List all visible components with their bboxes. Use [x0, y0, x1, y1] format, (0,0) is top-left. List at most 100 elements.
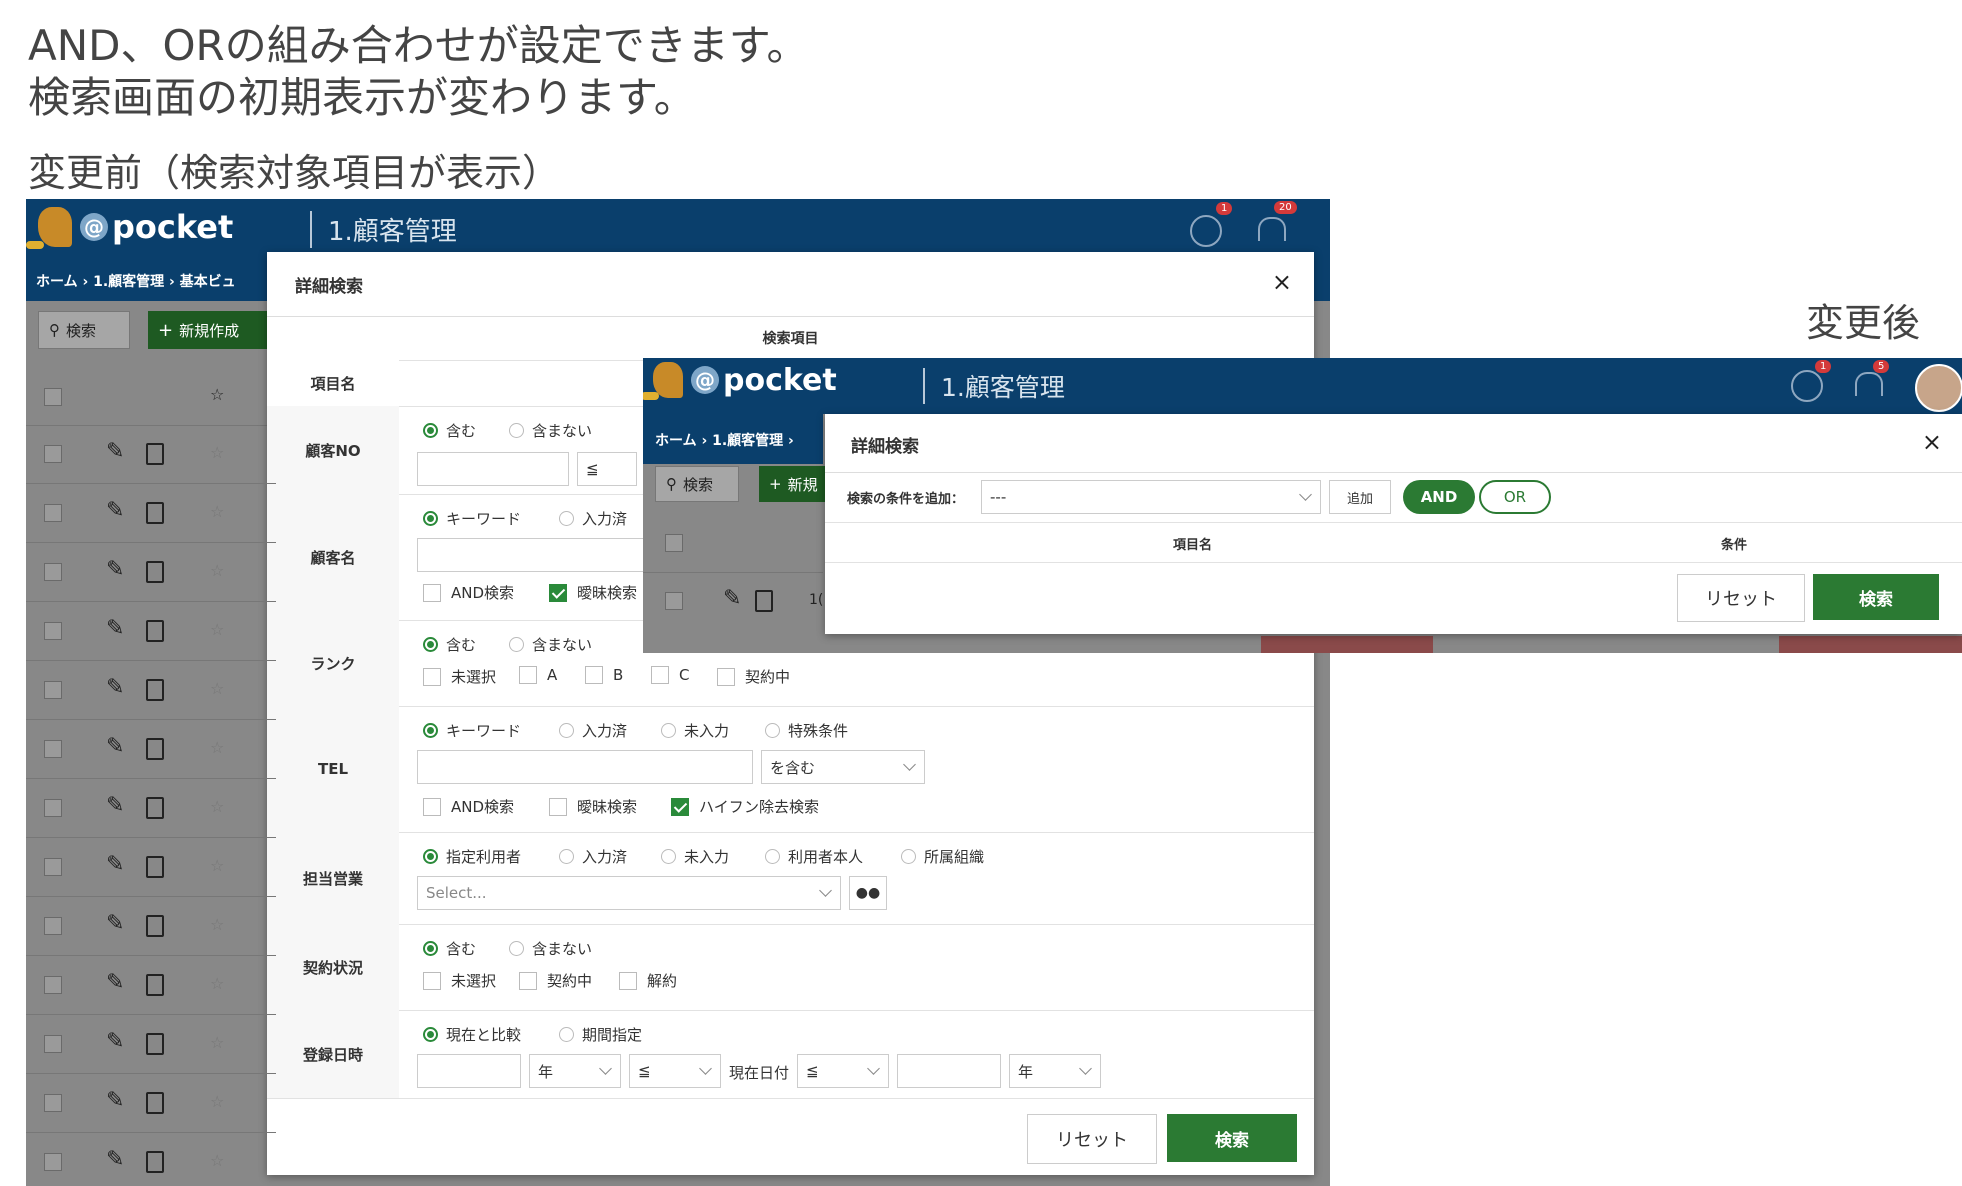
document-icon[interactable]: [146, 502, 164, 524]
app-logo[interactable]: @ pocket: [26, 207, 233, 249]
row-checkbox[interactable]: [44, 681, 62, 699]
rank-c-checkbox[interactable]: C: [651, 666, 689, 684]
edit-icon[interactable]: ✎: [106, 911, 124, 936]
users-icon[interactable]: ●●: [849, 876, 887, 910]
row-checkbox[interactable]: [44, 1094, 62, 1112]
registered-number2-input[interactable]: [897, 1054, 1001, 1088]
edit-icon[interactable]: ✎: [723, 586, 741, 611]
tel-fuzzy-checkbox[interactable]: 曖昧検索: [549, 796, 637, 817]
select-all-checkbox[interactable]: [44, 388, 62, 406]
contract-active-checkbox[interactable]: 契約中: [519, 970, 592, 991]
radio-tel-keyword[interactable]: キーワード: [423, 720, 521, 741]
table-row[interactable]: ✎ ☆: [26, 956, 276, 1015]
new-button-after[interactable]: + 新規: [759, 466, 829, 502]
search-button-after[interactable]: ⚲ 検索: [655, 466, 739, 502]
breadcrumb[interactable]: ホーム › 1.顧客管理 › 基本ビュ: [36, 271, 236, 291]
radio-rank-not-contains[interactable]: 含まない: [509, 634, 592, 655]
radio-tel-empty[interactable]: 未入力: [661, 720, 729, 741]
bell-icon[interactable]: [1258, 217, 1286, 241]
row-checkbox[interactable]: [44, 1153, 62, 1171]
tel-hyphen-checkbox[interactable]: ハイフン除去検索: [671, 796, 819, 817]
star-icon[interactable]: ☆: [210, 679, 224, 698]
row-checkbox[interactable]: [44, 622, 62, 640]
close-icon[interactable]: ×: [1272, 268, 1292, 296]
star-icon[interactable]: ☆: [210, 856, 224, 875]
star-icon[interactable]: ☆: [210, 443, 224, 462]
row-checkbox[interactable]: [44, 563, 62, 581]
document-icon[interactable]: [146, 443, 164, 465]
table-row[interactable]: ✎ ☆: [26, 897, 276, 956]
edit-icon[interactable]: ✎: [106, 1088, 124, 1113]
radio-contains[interactable]: 含む: [423, 420, 476, 441]
tel-input[interactable]: [417, 750, 753, 784]
add-button[interactable]: 追加: [1329, 480, 1391, 514]
document-icon[interactable]: [146, 1033, 164, 1055]
bell-icon[interactable]: [1855, 372, 1883, 396]
row-checkbox[interactable]: [44, 504, 62, 522]
document-icon[interactable]: [146, 738, 164, 760]
customer-no-input[interactable]: [417, 452, 569, 486]
select-all-checkbox[interactable]: [665, 534, 683, 552]
edit-icon[interactable]: ✎: [106, 734, 124, 759]
edit-icon[interactable]: ✎: [106, 675, 124, 700]
document-icon[interactable]: [755, 590, 773, 612]
edit-icon[interactable]: ✎: [106, 498, 124, 523]
alert-icon[interactable]: [1190, 215, 1222, 247]
and-toggle[interactable]: AND: [1403, 480, 1475, 514]
row-checkbox[interactable]: [44, 799, 62, 817]
fuzzy-search-checkbox[interactable]: 曖昧検索: [549, 582, 637, 603]
edit-icon[interactable]: ✎: [106, 793, 124, 818]
row-checkbox[interactable]: [44, 445, 62, 463]
avatar[interactable]: [1915, 364, 1962, 412]
document-icon[interactable]: [146, 679, 164, 701]
radio-tel-special[interactable]: 特殊条件: [765, 720, 848, 741]
radio-compare-now[interactable]: 現在と比較: [423, 1024, 521, 1045]
edit-icon[interactable]: ✎: [106, 439, 124, 464]
table-row[interactable]: ✎ ☆: [26, 661, 276, 720]
contract-cancelled-checkbox[interactable]: 解約: [619, 970, 677, 991]
edit-icon[interactable]: ✎: [106, 616, 124, 641]
star-icon[interactable]: ☆: [210, 561, 224, 580]
edit-icon[interactable]: ✎: [106, 852, 124, 877]
document-icon[interactable]: [146, 974, 164, 996]
or-toggle[interactable]: OR: [1479, 480, 1551, 514]
registered-operator-select[interactable]: ≦: [629, 1054, 721, 1088]
document-icon[interactable]: [146, 856, 164, 878]
radio-entered[interactable]: 入力済: [559, 508, 627, 529]
edit-icon[interactable]: ✎: [106, 557, 124, 582]
search-submit-button-after[interactable]: 検索: [1813, 574, 1939, 620]
radio-keyword[interactable]: キーワード: [423, 508, 521, 529]
table-row[interactable]: ✎ ☆: [26, 1015, 276, 1074]
close-icon[interactable]: ×: [1922, 428, 1942, 456]
radio-contract-contains[interactable]: 含む: [423, 938, 476, 959]
radio-self[interactable]: 利用者本人: [765, 846, 863, 867]
table-row[interactable]: ✎ ☆: [26, 838, 276, 897]
breadcrumb-after[interactable]: ホーム › 1.顧客管理 ›: [655, 430, 794, 450]
tel-and-search-checkbox[interactable]: AND検索: [423, 796, 514, 817]
radio-rank-contains[interactable]: 含む: [423, 634, 476, 655]
document-icon[interactable]: [146, 915, 164, 937]
edit-icon[interactable]: ✎: [106, 1029, 124, 1054]
table-row[interactable]: ✎ ☆: [26, 779, 276, 838]
app-logo-after[interactable]: @ pocket: [643, 362, 837, 400]
reset-button-after[interactable]: リセット: [1677, 574, 1805, 622]
row-checkbox[interactable]: [665, 592, 683, 610]
row-checkbox[interactable]: [44, 976, 62, 994]
row-checkbox[interactable]: [44, 1035, 62, 1053]
customer-no-operator[interactable]: ≦: [577, 452, 637, 486]
add-condition-select[interactable]: ---: [981, 480, 1321, 514]
edit-icon[interactable]: ✎: [106, 970, 124, 995]
star-icon[interactable]: ☆: [210, 502, 224, 521]
rank-a-checkbox[interactable]: A: [519, 666, 557, 684]
rank-b-checkbox[interactable]: B: [585, 666, 623, 684]
star-icon[interactable]: ☆: [210, 385, 224, 404]
rank-unselected-checkbox[interactable]: 未選択: [423, 666, 496, 687]
radio-contract-not-contains[interactable]: 含まない: [509, 938, 592, 959]
customer-name-input[interactable]: [417, 538, 657, 572]
table-row[interactable]: ✎ ☆: [26, 425, 276, 484]
registered-number-input[interactable]: [417, 1054, 521, 1088]
document-icon[interactable]: [146, 1151, 164, 1173]
radio-not-contains[interactable]: 含まない: [509, 420, 592, 441]
document-icon[interactable]: [146, 620, 164, 642]
and-search-checkbox[interactable]: AND検索: [423, 582, 514, 603]
